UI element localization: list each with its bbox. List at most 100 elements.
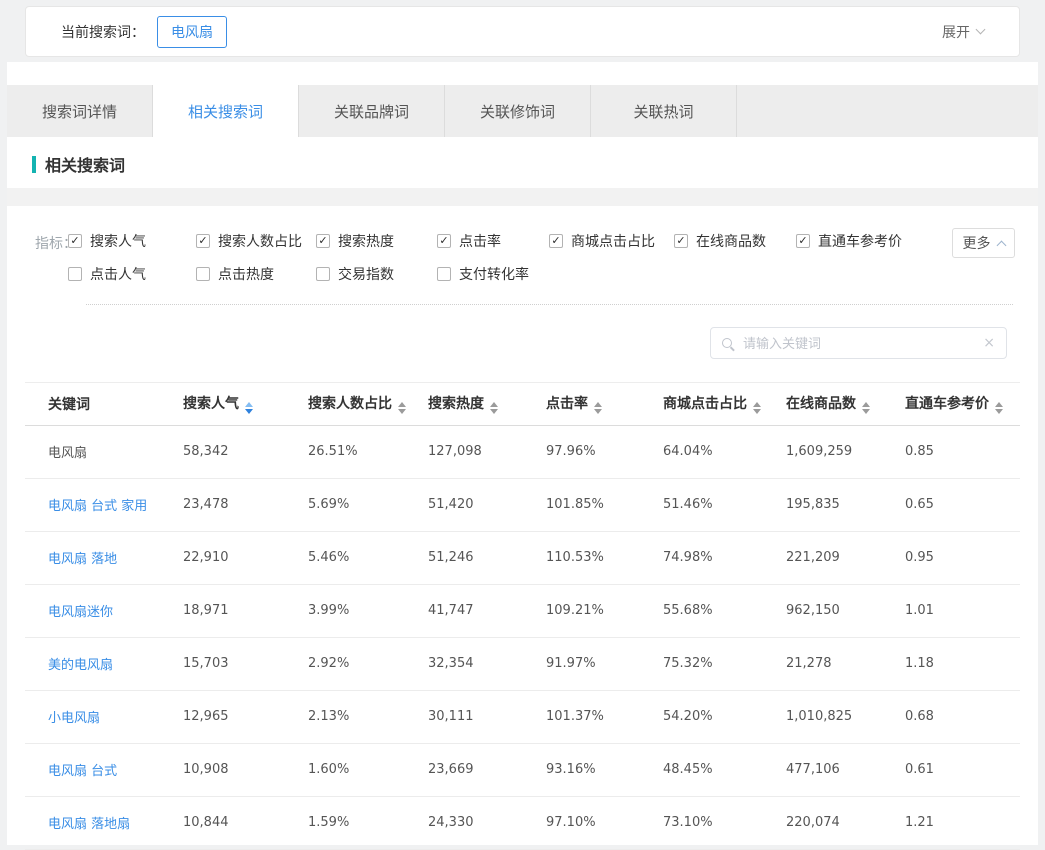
checkbox[interactable]: ✓ xyxy=(316,267,330,281)
tab-label: 相关搜索词 xyxy=(188,101,263,122)
keyword-link[interactable]: 电风扇 落地扇 xyxy=(48,817,130,832)
clear-input-icon[interactable]: × xyxy=(983,336,995,350)
column-header[interactable]: 在线商品数 xyxy=(786,383,905,425)
checkbox[interactable]: ✓ xyxy=(437,234,451,248)
cell-value: 2.13% xyxy=(308,690,428,743)
sort-icon[interactable] xyxy=(995,402,1003,414)
current-keyword-chip[interactable]: 电风扇 xyxy=(157,16,227,48)
tab-4[interactable]: 关联热词 xyxy=(591,85,737,137)
sort-icon[interactable] xyxy=(490,402,498,414)
cell-value: 97.10% xyxy=(546,796,663,849)
search-row: × xyxy=(7,327,1007,359)
chevron-up-icon xyxy=(996,240,1006,250)
cell-value: 0.68 xyxy=(905,690,1020,743)
keyword-link: 电风扇 xyxy=(48,446,87,461)
cell-value: 26.51% xyxy=(308,425,428,478)
current-search-term-label: 当前搜索词： xyxy=(61,22,145,42)
table-row: 美的电风扇 15,7032.92%32,35491.97%75.32%21,27… xyxy=(25,637,1020,690)
keyword-cell: 电风扇 台式 家用 xyxy=(25,478,183,531)
column-header-label: 在线商品数 xyxy=(786,396,856,412)
checkbox[interactable]: ✓ xyxy=(316,234,330,248)
filter-row-2: ✓ 点击人气 ✓ 点击热度 ✓ 交易指数 ✓ 支付转化率 xyxy=(68,263,1038,285)
cell-value: 1.21 xyxy=(905,796,1020,849)
cell-value: 220,074 xyxy=(786,796,905,849)
column-header[interactable]: 搜索人数占比 xyxy=(308,383,428,425)
keyword-link[interactable]: 电风扇迷你 xyxy=(48,605,113,620)
column-header-label: 关键词 xyxy=(48,397,90,413)
search-icon xyxy=(722,338,732,348)
checkbox[interactable]: ✓ xyxy=(796,234,810,248)
related-keywords-table-wrap: 关键词 搜索人气 搜索人数占比 搜索热度 点击率 商城点击占比 在线商品数 直通… xyxy=(25,382,1020,850)
tab-0[interactable]: 搜索词详情 xyxy=(7,85,153,137)
keyword-cell: 小电风扇 xyxy=(25,690,183,743)
cell-value: 18,971 xyxy=(183,584,308,637)
checkbox[interactable]: ✓ xyxy=(196,267,210,281)
sort-icon[interactable] xyxy=(245,402,253,414)
keyword-search-input[interactable] xyxy=(741,335,983,352)
checkbox[interactable]: ✓ xyxy=(437,267,451,281)
filter-checkbox-item[interactable]: ✓ 点击热度 xyxy=(196,264,316,284)
cell-value: 23,478 xyxy=(183,478,308,531)
cell-value: 109.21% xyxy=(546,584,663,637)
checkbox[interactable]: ✓ xyxy=(196,234,210,248)
filter-item-label: 点击率 xyxy=(459,231,501,251)
keyword-link[interactable]: 电风扇 落地 xyxy=(48,552,117,567)
sort-icon[interactable] xyxy=(594,402,602,414)
checkmark-icon: ✓ xyxy=(551,235,560,246)
column-header: 关键词 xyxy=(25,383,183,425)
more-metrics-button[interactable]: 更多 xyxy=(952,228,1015,258)
cell-value: 3.99% xyxy=(308,584,428,637)
cell-value: 12,965 xyxy=(183,690,308,743)
cell-value: 41,747 xyxy=(428,584,546,637)
checkbox[interactable]: ✓ xyxy=(549,234,563,248)
sort-icon[interactable] xyxy=(753,402,761,414)
sort-icon[interactable] xyxy=(862,402,870,414)
cell-value: 0.65 xyxy=(905,478,1020,531)
table-row: 小电风扇 12,9652.13%30,111101.37%54.20%1,010… xyxy=(25,690,1020,743)
expand-toggle[interactable]: 展开 xyxy=(942,22,984,42)
keyword-link[interactable]: 小电风扇 xyxy=(48,711,100,726)
checkbox[interactable]: ✓ xyxy=(674,234,688,248)
keyword-cell: 电风扇 落地 xyxy=(25,531,183,584)
column-header[interactable]: 搜索热度 xyxy=(428,383,546,425)
cell-value: 51.46% xyxy=(663,478,786,531)
chevron-down-icon xyxy=(976,25,986,35)
filter-item-label: 直通车参考价 xyxy=(818,231,902,251)
column-header[interactable]: 商城点击占比 xyxy=(663,383,786,425)
filter-checkbox-item[interactable]: ✓ 商城点击占比 xyxy=(549,231,674,251)
filter-checkbox-item[interactable]: ✓ 支付转化率 xyxy=(437,264,549,284)
tab-2[interactable]: 关联品牌词 xyxy=(299,85,445,137)
cell-value: 0.95 xyxy=(905,531,1020,584)
keyword-cell: 电风扇 xyxy=(25,425,183,478)
keyword-link[interactable]: 美的电风扇 xyxy=(48,658,113,673)
filter-checkbox-item[interactable]: ✓ 搜索人数占比 xyxy=(196,231,316,251)
keyword-link[interactable]: 电风扇 台式 xyxy=(48,764,117,779)
cell-value: 91.97% xyxy=(546,637,663,690)
cell-value: 74.98% xyxy=(663,531,786,584)
column-header[interactable]: 点击率 xyxy=(546,383,663,425)
tab-1[interactable]: 相关搜索词 xyxy=(153,85,299,137)
filter-item-label: 商城点击占比 xyxy=(571,231,655,251)
filter-checkbox-item[interactable]: ✓ 在线商品数 xyxy=(674,231,796,251)
tab-3[interactable]: 关联修饰词 xyxy=(445,85,591,137)
cell-value: 101.85% xyxy=(546,478,663,531)
filter-checkbox-item[interactable]: ✓ 搜索人气 xyxy=(68,231,196,251)
tab-bar: 搜索词详情 相关搜索词 关联品牌词 关联修饰词 关联热词 xyxy=(7,85,1038,137)
dotted-separator xyxy=(86,304,1013,305)
filter-checkbox-item[interactable]: ✓ 搜索热度 xyxy=(316,231,437,251)
keyword-link[interactable]: 电风扇 台式 家用 xyxy=(48,499,147,514)
main-panel: 搜索词详情 相关搜索词 关联品牌词 关联修饰词 关联热词 相关搜索词 指标： ✓… xyxy=(7,62,1038,845)
filter-checkbox-item[interactable]: ✓ 直通车参考价 xyxy=(796,231,902,251)
column-header[interactable]: 直通车参考价 xyxy=(905,383,1020,425)
filter-checkbox-item[interactable]: ✓ 交易指数 xyxy=(316,264,437,284)
sort-icon[interactable] xyxy=(398,402,406,414)
tab-label: 关联品牌词 xyxy=(334,101,409,122)
checkbox[interactable]: ✓ xyxy=(68,267,82,281)
table-row: 电风扇 58,34226.51%127,09897.96%64.04%1,609… xyxy=(25,425,1020,478)
filter-checkbox-item[interactable]: ✓ 点击率 xyxy=(437,231,549,251)
cell-value: 22,910 xyxy=(183,531,308,584)
cell-value: 962,150 xyxy=(786,584,905,637)
filter-row-1: ✓ 搜索人气 ✓ 搜索人数占比 ✓ 搜索热度 ✓ 点击率 ✓ 商城点击占比 ✓ … xyxy=(68,230,1038,252)
column-header[interactable]: 搜索人气 xyxy=(183,383,308,425)
filter-checkbox-item[interactable]: ✓ 点击人气 xyxy=(68,264,196,284)
